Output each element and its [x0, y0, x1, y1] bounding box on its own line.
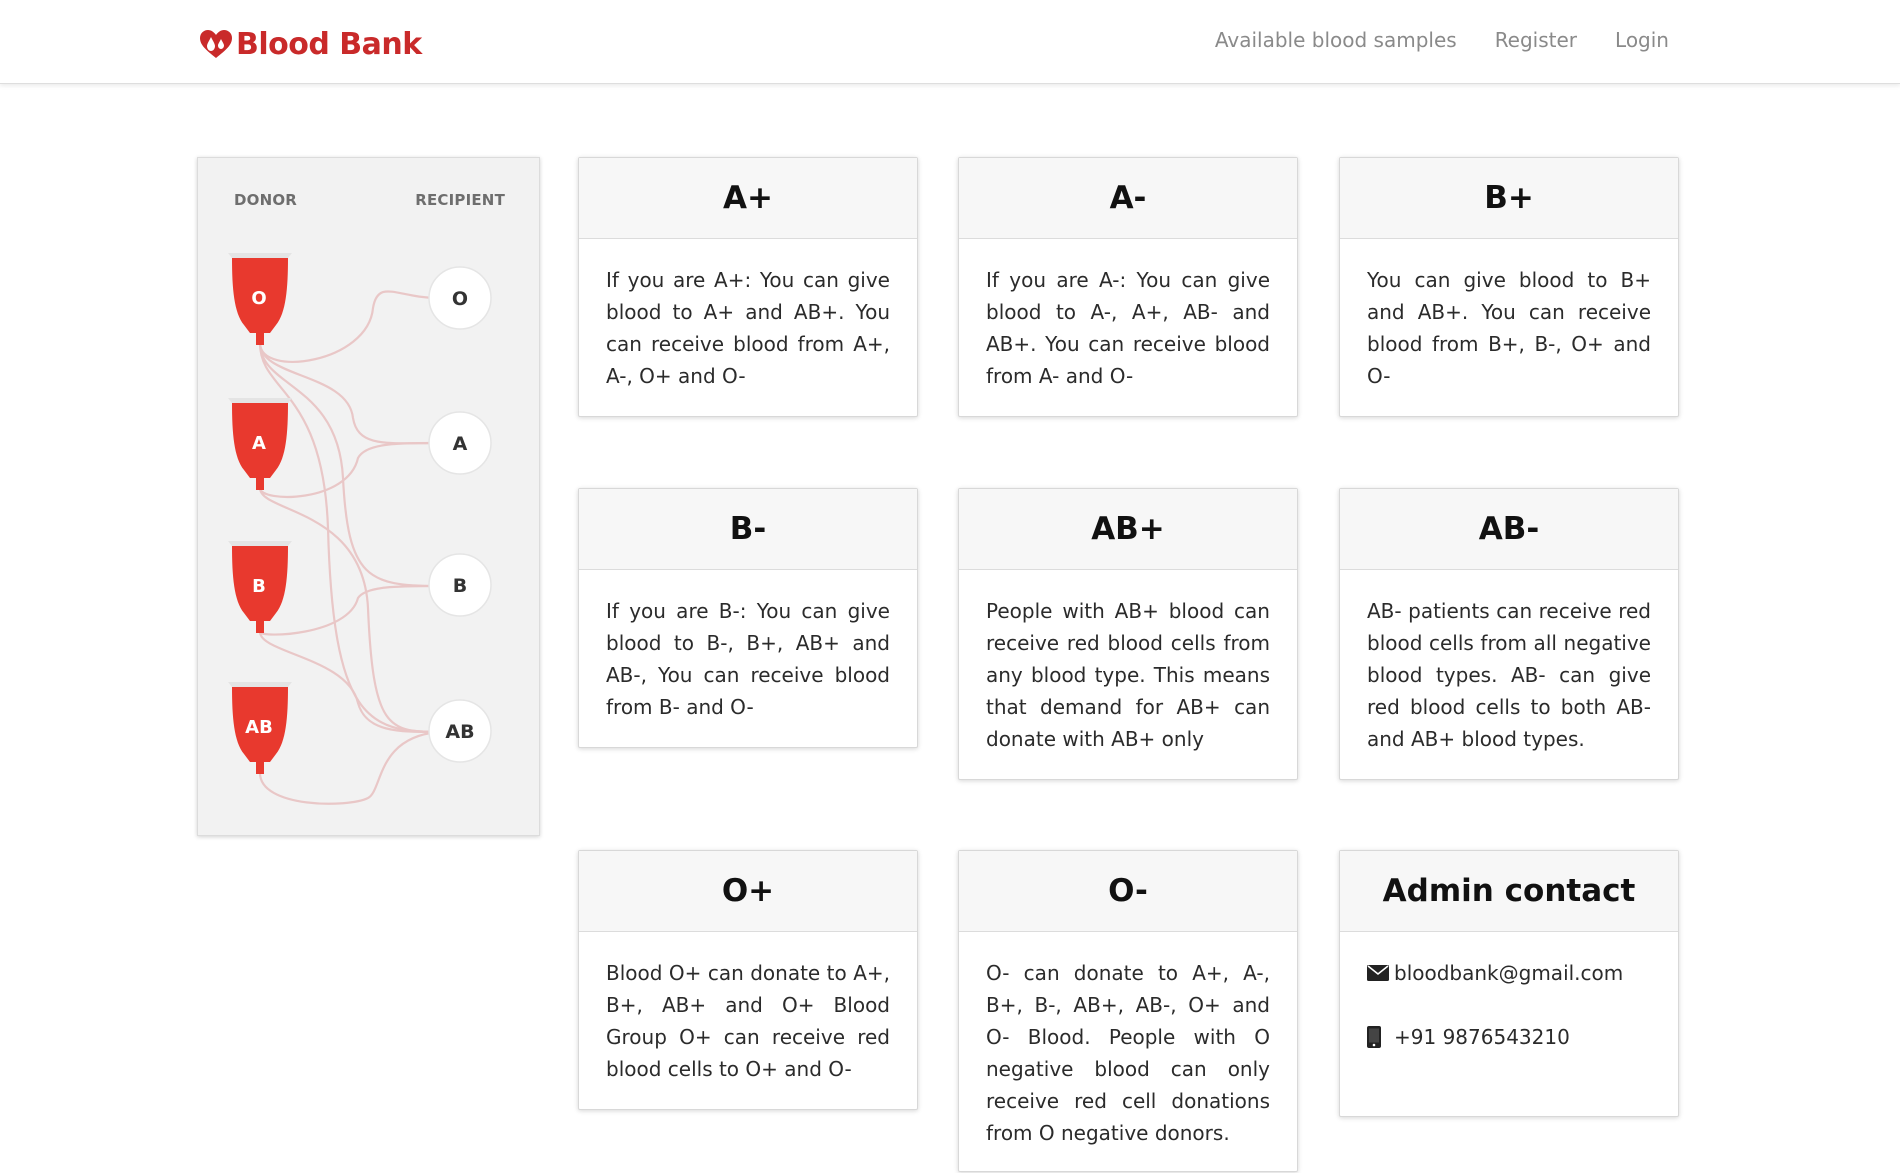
card-text: O- can donate to A+, A-, B+, B-, AB+, AB… [986, 961, 1270, 1145]
card-text: AB- patients can receive red blood cells… [1367, 599, 1651, 751]
card-title: AB- [1478, 511, 1540, 547]
card-body: bloodbank@gmail.com +91 9876543210 [1340, 932, 1678, 1077]
card-ab-positive: AB+ People with AB+ blood can receive re… [958, 488, 1298, 780]
recipient-label-o: O [452, 288, 468, 310]
card-text: You can give blood to B+ and AB+. You ca… [1367, 268, 1651, 388]
card-header: AB- [1340, 489, 1678, 570]
card-header: O- [959, 851, 1297, 932]
card-body: You can give blood to B+ and AB+. You ca… [1340, 239, 1678, 416]
card-text: If you are A-: You can give blood to A-,… [986, 268, 1270, 388]
card-admin-contact: Admin contact bloodbank@gmail.com +91 98… [1339, 850, 1679, 1117]
nav-link-available-blood-samples[interactable]: Available blood samples [1215, 28, 1457, 52]
card-header: AB+ [959, 489, 1297, 570]
card-b-positive: B+ You can give blood to B+ and AB+. You… [1339, 157, 1679, 417]
card-title: AB+ [1091, 511, 1165, 547]
card-header: Admin contact [1340, 851, 1678, 932]
envelope-icon [1367, 965, 1391, 981]
card-a-negative: A- If you are A-: You can give blood to … [958, 157, 1298, 417]
card-text: People with AB+ blood can receive red bl… [986, 599, 1270, 751]
recipient-circles [428, 266, 492, 763]
card-title: B- [729, 511, 767, 547]
card-o-negative: O- O- can donate to A+, A-, B+, B-, AB+,… [958, 850, 1298, 1172]
card-a-positive: A+ If you are A+: You can give blood to … [578, 157, 918, 417]
card-header: A- [959, 158, 1297, 239]
card-title: A- [1109, 180, 1147, 216]
recipient-label-ab: AB [445, 721, 474, 743]
card-body: If you are A-: You can give blood to A-,… [959, 239, 1297, 416]
card-header: B+ [1340, 158, 1678, 239]
recipient-label-a: A [453, 433, 468, 455]
card-text: Blood O+ can donate to A+, B+, AB+ and O… [606, 961, 890, 1081]
card-title: B+ [1484, 180, 1534, 216]
blood-drop-heart-icon [200, 30, 232, 58]
contact-phone-row: +91 9876543210 [1367, 1021, 1651, 1053]
card-body: O- can donate to A+, A-, B+, B-, AB+, AB… [959, 932, 1297, 1173]
nav-link-register[interactable]: Register [1495, 28, 1577, 52]
nav-link-login[interactable]: Login [1615, 28, 1669, 52]
donor-label-o: O [251, 288, 266, 309]
card-body: People with AB+ blood can receive red bl… [959, 570, 1297, 779]
mobile-phone-icon [1367, 1026, 1391, 1048]
nav-links: Available blood samples Register Login [1215, 28, 1669, 52]
recipient-label-b: B [453, 575, 467, 597]
card-title: O+ [721, 873, 775, 909]
card-header: O+ [579, 851, 917, 932]
navbar: Blood Bank Available blood samples Regis… [0, 0, 1900, 84]
recipient-heading: RECIPIENT [415, 191, 505, 209]
card-title: A+ [723, 180, 773, 216]
card-ab-negative: AB- AB- patients can receive red blood c… [1339, 488, 1679, 780]
card-body: AB- patients can receive red blood cells… [1340, 570, 1678, 779]
card-header: A+ [579, 158, 917, 239]
donor-label-b: B [252, 576, 266, 597]
card-b-negative: B- If you are B-: You can give blood to … [578, 488, 918, 748]
contact-email-row: bloodbank@gmail.com [1367, 957, 1651, 989]
card-body: If you are A+: You can give blood to A+ … [579, 239, 917, 416]
contact-phone[interactable]: +91 9876543210 [1394, 1025, 1570, 1049]
admin-contact-title: Admin contact [1382, 873, 1636, 909]
card-title: O- [1108, 873, 1148, 909]
contact-email[interactable]: bloodbank@gmail.com [1394, 961, 1623, 985]
card-text: If you are B-: You can give blood to B-,… [606, 599, 890, 719]
brand-logo-link[interactable]: Blood Bank [198, 24, 422, 64]
donor-label-ab: AB [245, 717, 273, 738]
card-o-positive: O+ Blood O+ can donate to A+, B+, AB+ an… [578, 850, 918, 1110]
card-body: Blood O+ can donate to A+, B+, AB+ and O… [579, 932, 917, 1109]
compatibility-chart-graphic: O A B AB O A B AB [228, 253, 492, 805]
card-text: If you are A+: You can give blood to A+ … [606, 268, 890, 388]
blood-compatibility-diagram: O A B AB O A B AB DONOR RECIPIENT [197, 157, 540, 836]
donor-label-a: A [252, 433, 266, 454]
card-header: B- [579, 489, 917, 570]
brand-name: Blood Bank [236, 26, 422, 62]
donor-heading: DONOR [234, 191, 298, 209]
card-body: If you are B-: You can give blood to B-,… [579, 570, 917, 747]
